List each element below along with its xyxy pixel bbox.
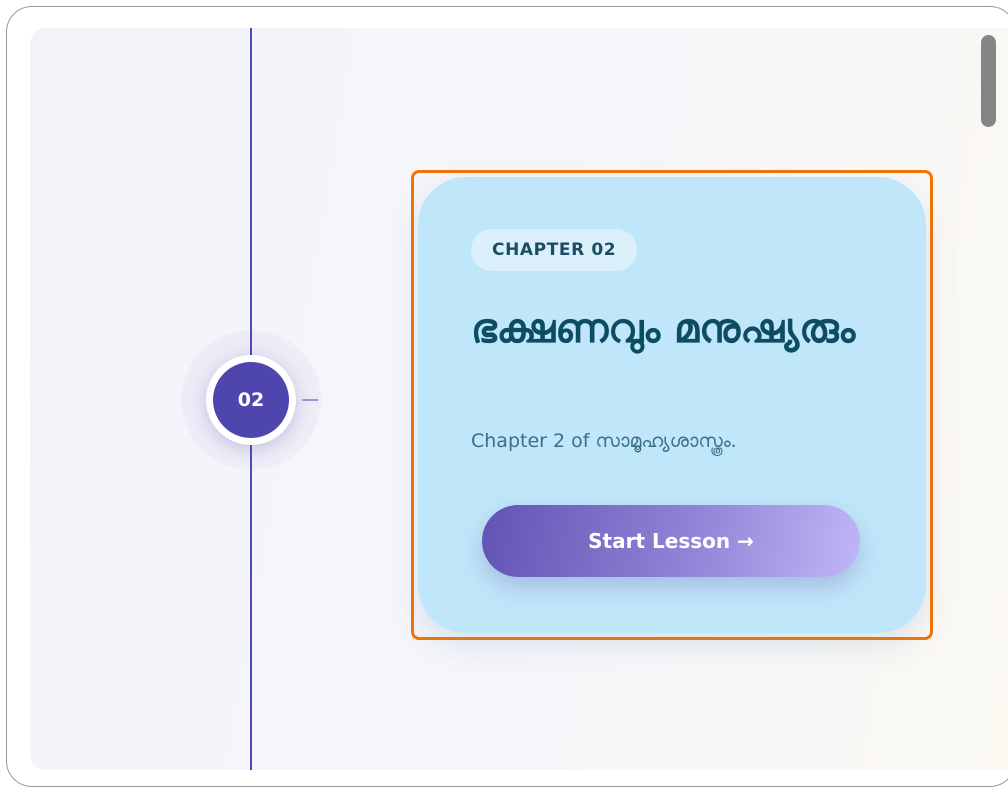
browser-frame: 02 CHAPTER 02 ഭക്ഷണവും മനുഷ്യരും Chapter… bbox=[6, 6, 1008, 787]
timeline-connector bbox=[302, 399, 318, 401]
chapter-card[interactable]: CHAPTER 02 ഭക്ഷണവും മനുഷ്യരും Chapter 2 … bbox=[418, 177, 926, 633]
timeline-node-label: 02 bbox=[213, 362, 289, 438]
chapter-subtitle: Chapter 2 of സാമൂഹ്യശാസ്ത്രം. bbox=[471, 430, 737, 452]
start-lesson-button[interactable]: Start Lesson → bbox=[482, 505, 860, 577]
chapter-title: ഭക്ഷണവും മനുഷ്യരും bbox=[471, 306, 856, 352]
scrollbar-thumb[interactable] bbox=[981, 35, 996, 127]
chapter-chip: CHAPTER 02 bbox=[471, 229, 638, 271]
timeline-node[interactable]: 02 bbox=[206, 355, 296, 445]
